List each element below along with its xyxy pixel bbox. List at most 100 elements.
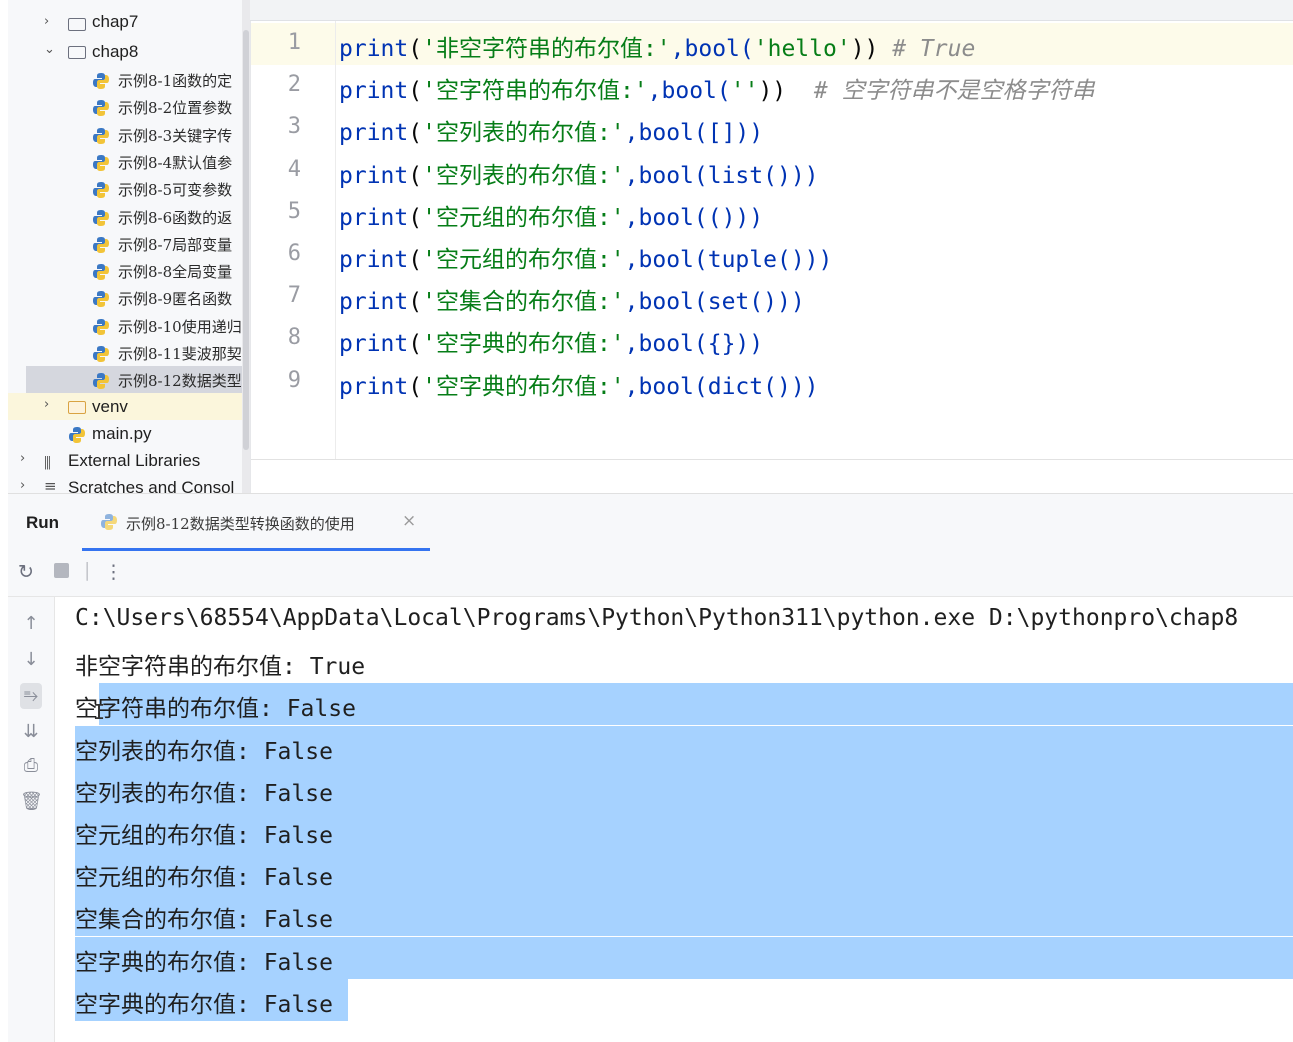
tree-file-item[interactable]: 示例8-9匿名函数 (8, 284, 248, 311)
code-paren: ( (408, 331, 423, 358)
code-line[interactable]: 6 print('空元组的布尔值:',bool(tuple())) (251, 234, 1293, 276)
code-comment: # True (878, 36, 976, 62)
code-call: ,bool(set())) (624, 289, 805, 316)
line-number: 2 (287, 72, 301, 98)
code-string: '空列表的布尔值:' (422, 120, 625, 147)
code-string: '空集合的布尔值:' (422, 289, 625, 316)
console-text: 非空字符串的布尔值: True (75, 654, 366, 681)
tree-scratches[interactable]: › ≡ Scratches and Consol (8, 474, 248, 493)
tree-file-item[interactable]: 示例8-3关键字传 (8, 121, 248, 148)
arrow-down-icon[interactable]: ↓ (20, 649, 42, 670)
code-function: print (339, 120, 409, 147)
python-file-icon (69, 427, 85, 443)
code-close: )) (758, 78, 787, 105)
trash-icon[interactable]: 🗑 (20, 791, 43, 812)
tree-file-item[interactable]: 示例8-5可变参数 (8, 175, 248, 202)
python-file-icon (93, 264, 109, 281)
console-text: 空集合的布尔值: False (75, 907, 333, 934)
rerun-icon[interactable]: ↻ (18, 561, 34, 583)
console-command-line: C:\Users\68554\AppData\Local\Programs\Py… (75, 599, 1238, 641)
tree-file-main[interactable]: main.py (8, 420, 248, 447)
scroll-to-end-icon[interactable]: ⇊ (20, 721, 42, 742)
code-paren: ( (408, 120, 423, 147)
python-file-icon (93, 236, 109, 253)
console-output-line: 空元组的布尔值: False (75, 810, 333, 852)
tree-folder-chap7[interactable]: › chap7 (8, 10, 248, 37)
library-icon: ⫼ (44, 454, 51, 472)
code-function: print (339, 204, 409, 231)
code-line[interactable]: 7 print('空集合的布尔值:',bool(set())) (251, 276, 1293, 318)
soft-wrap-icon[interactable]: ⥱ (20, 683, 42, 709)
line-number: 6 (287, 241, 301, 266)
code-line[interactable]: 9 print('空字典的布尔值:',bool(dict())) (251, 361, 1293, 403)
toolbar-separator: | (84, 559, 91, 581)
code-text: print('空列表的布尔值:',bool([])) (339, 113, 763, 147)
line-number: 7 (287, 283, 301, 309)
code-call: ,bool(list())) (624, 162, 819, 189)
stop-icon[interactable] (54, 563, 69, 578)
code-arg: 'hello' (753, 36, 851, 62)
code-function: print (339, 247, 409, 273)
tree-file-item[interactable]: 示例8-12数据类型 (26, 366, 250, 394)
code-string: '非空字符串的布尔值:' (422, 36, 671, 62)
console-text: C:\Users\68554\AppData\Local\Programs\Py… (75, 605, 1239, 631)
python-file-icon (101, 514, 117, 530)
run-tab[interactable]: 示例8-12数据类型转换函数的使用 × (82, 494, 430, 551)
chevron-right-icon[interactable]: › (20, 451, 25, 466)
code-line[interactable]: 3 print('空列表的布尔值:',bool([])) (251, 107, 1293, 149)
code-line[interactable]: 2 print('空字符串的布尔值:',bool('')) # 空字符串不是空格字… (251, 65, 1293, 107)
code-call: ,bool({})) (624, 331, 764, 358)
close-icon[interactable]: × (402, 511, 416, 531)
run-side-toolbar: ↑ ↓ ⥱ ⇊ ⎙ 🗑 (8, 597, 55, 1042)
tree-external-libraries[interactable]: › ⫼ External Libraries (8, 447, 248, 474)
chevron-right-icon[interactable]: › (44, 397, 49, 412)
run-tab-label: 示例8-12数据类型转换函数的使用 (126, 515, 355, 533)
code-call: ,bool(())) (624, 204, 764, 231)
code-text: print('空字典的布尔值:',bool({})) (339, 324, 763, 358)
tree-file-item[interactable]: 示例8-1函数的定 (8, 66, 248, 93)
python-file-icon (93, 154, 109, 171)
tree-file-item[interactable]: 示例8-8全局变量 (8, 257, 248, 284)
chevron-down-icon[interactable]: ⌄ (44, 42, 55, 57)
code-text: print('空字典的布尔值:',bool(dict())) (339, 367, 819, 401)
code-line[interactable]: 4 print('空列表的布尔值:',bool(list())) (251, 150, 1293, 192)
tree-file-item[interactable]: 示例8-10使用递归 (8, 312, 248, 339)
python-file-icon (93, 346, 109, 362)
console-output-line: 空字符串的布尔值: False (75, 683, 356, 725)
chevron-right-icon[interactable]: › (44, 14, 49, 29)
code-function: print (339, 78, 409, 105)
code-line[interactable]: 1 print('非空字符串的布尔值:',bool('hello')) # Tru… (251, 23, 1293, 65)
code-line[interactable]: 5 print('空元组的布尔值:',bool(())) (251, 192, 1293, 234)
more-icon[interactable]: ⋮ (104, 561, 123, 583)
console-text: 空字典的布尔值: False (75, 991, 333, 1018)
arrow-up-icon[interactable]: ↑ (20, 613, 42, 634)
tree-scrollbar[interactable] (242, 0, 250, 493)
text-cursor-icon: I (93, 700, 106, 724)
tree-folder-chap8[interactable]: ⌄ chap8 (8, 38, 248, 65)
code-paren: ( (408, 373, 423, 400)
console-text: 空字典的布尔值: False (75, 949, 333, 976)
tree-file-item[interactable]: 示例8-11斐波那契 (8, 339, 248, 366)
chevron-right-icon[interactable]: › (20, 478, 25, 493)
editor-tab-strip[interactable] (250, 0, 1293, 21)
code-comment: # 空字符串不是空格字符串 (786, 78, 1095, 105)
code-paren: ( (408, 36, 423, 62)
scrollbar-thumb[interactable] (243, 30, 249, 450)
code-text: print('空集合的布尔值:',bool(set())) (339, 282, 805, 316)
tree-file-item[interactable]: 示例8-2位置参数 (8, 93, 248, 120)
console-output[interactable]: C:\Users\68554\AppData\Local\Programs\Py… (55, 597, 1293, 1042)
console-output-line: 空字典的布尔值: False (75, 979, 333, 1021)
project-tree: › chap7 ⌄ chap8 示例8-1函数的定 示例8-2位置参数 示例8-3关… (8, 0, 250, 493)
console-text: 空字符串的布尔值: False (75, 696, 356, 723)
print-icon[interactable]: ⎙ (20, 755, 42, 776)
folder-icon (68, 401, 86, 414)
tree-file-item[interactable]: 示例8-4默认值参 (8, 148, 248, 175)
code-editor[interactable]: 1 print('非空字符串的布尔值:',bool('hello')) # Tru… (250, 21, 1293, 493)
console-output-line: 空列表的布尔值: False (75, 768, 333, 810)
tree-file-item[interactable]: 示例8-7局部变量 (8, 230, 248, 257)
tree-folder-venv[interactable]: › venv (8, 393, 248, 420)
tree-file-item[interactable]: 示例8-6函数的返 (8, 203, 248, 230)
code-line[interactable]: 8 print('空字典的布尔值:',bool({})) (251, 318, 1293, 360)
code-function: print (339, 289, 409, 316)
code-call: ,bool( (670, 36, 754, 62)
